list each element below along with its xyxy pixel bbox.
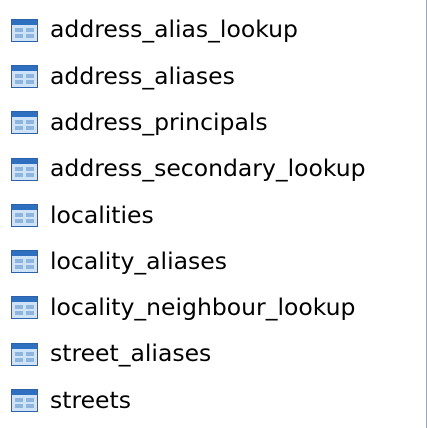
list-item[interactable]: streets (0, 377, 426, 423)
list-item-label: localities (50, 200, 154, 229)
table-icon (11, 296, 38, 320)
table-icon (11, 18, 38, 42)
table-icon (11, 250, 38, 274)
list-item-label: address_alias_lookup (50, 15, 298, 44)
list-item-label: street_aliases (50, 339, 212, 368)
table-icon (11, 389, 38, 413)
list-item[interactable]: address_aliases (0, 53, 426, 99)
table-icon (11, 342, 38, 366)
table-list: address_alias_lookup address_aliases add… (0, 0, 426, 424)
list-item-label: locality_aliases (50, 246, 227, 275)
list-item[interactable]: street_aliases (0, 331, 426, 377)
list-item[interactable]: locality_neighbour_lookup (0, 285, 426, 331)
table-icon (11, 203, 38, 227)
list-item[interactable]: address_alias_lookup (0, 7, 426, 53)
list-item[interactable]: address_principals (0, 100, 426, 146)
list-item[interactable]: address_secondary_lookup (0, 146, 426, 192)
table-list-panel: address_alias_lookup address_aliases add… (0, 0, 427, 428)
list-item[interactable]: locality_aliases (0, 238, 426, 284)
list-item-label: locality_neighbour_lookup (50, 293, 356, 322)
table-icon (11, 111, 38, 135)
table-icon (11, 157, 38, 181)
list-item-label: address_secondary_lookup (50, 154, 366, 183)
list-item-label: streets (50, 385, 131, 414)
list-item-label: address_aliases (50, 61, 235, 90)
list-item-label: address_principals (50, 107, 268, 136)
table-icon (11, 64, 38, 88)
list-item[interactable]: localities (0, 192, 426, 238)
